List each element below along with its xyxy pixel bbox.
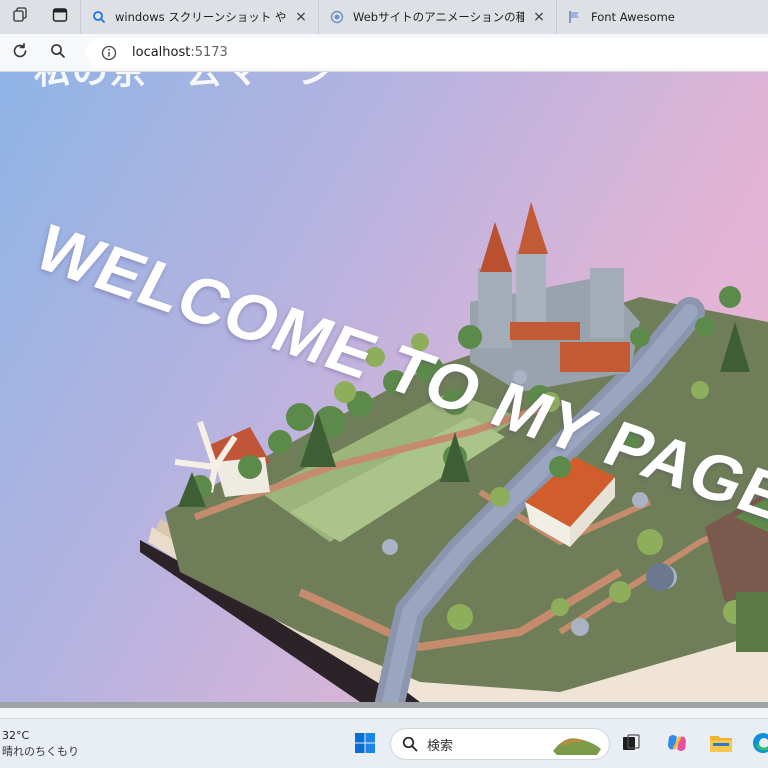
tab-actions-icon — [52, 7, 68, 27]
edge-icon[interactable] — [750, 730, 768, 756]
weather-condition: 晴れのちくもり — [2, 745, 79, 758]
tab-font-awesome[interactable]: Font Awesome — [556, 0, 768, 34]
flag-favicon-icon — [567, 9, 583, 25]
browser-bottom-gap — [0, 708, 768, 718]
browser-toolbar: localhost:5173 — [0, 34, 768, 72]
address-bar[interactable]: localhost:5173 — [86, 37, 768, 68]
page-viewport: 私の京一去マーン WELCOME TO MY PAGE — [0, 72, 768, 702]
tab-strip: windows スクリーンショット やり方 - I × Webサイトのアニメーシ… — [0, 0, 768, 34]
file-explorer-icon[interactable] — [708, 730, 734, 756]
weather-temperature: 32°C — [2, 729, 30, 742]
windows-start-icon[interactable] — [352, 730, 378, 756]
taskbar: 32°C 晴れのちくもり 検索 — [0, 718, 768, 768]
tab-close-icon[interactable]: × — [530, 8, 548, 26]
url-host: localhost — [132, 45, 191, 60]
tab-close-icon[interactable]: × — [292, 8, 310, 26]
tab-title: Font Awesome — [591, 10, 675, 24]
search-button[interactable] — [40, 35, 76, 71]
url-port: :5173 — [190, 45, 228, 60]
refresh-button[interactable] — [2, 35, 38, 71]
web-favicon-icon — [329, 9, 345, 25]
search-icon — [50, 43, 66, 63]
weather-widget[interactable]: 32°C 晴れのちくもり — [2, 728, 79, 760]
task-view-icon[interactable] — [618, 730, 644, 756]
refresh-icon — [11, 42, 29, 64]
search-highlight-icon — [553, 738, 601, 755]
tab-windows-screenshot[interactable]: windows スクリーンショット やり方 - I × — [80, 0, 318, 34]
tab-title: Webサイトのアニメーションの種類と効 — [353, 10, 524, 24]
taskbar-search-box[interactable]: 検索 — [390, 728, 610, 760]
workspaces-icon — [11, 6, 29, 28]
vertical-tabs-button[interactable] — [40, 0, 80, 34]
search-icon — [401, 735, 419, 753]
workspaces-button[interactable] — [0, 0, 40, 34]
site-info-icon[interactable] — [100, 44, 118, 62]
tab-title: windows スクリーンショット やり方 - I — [115, 10, 286, 24]
page-heading: 私の京一去マーン — [34, 72, 336, 94]
search-placeholder: 検索 — [427, 738, 454, 754]
copilot-icon[interactable] — [664, 730, 690, 756]
search-favicon-icon — [91, 9, 107, 25]
tab-web-animation[interactable]: Webサイトのアニメーションの種類と効 × — [318, 0, 556, 34]
